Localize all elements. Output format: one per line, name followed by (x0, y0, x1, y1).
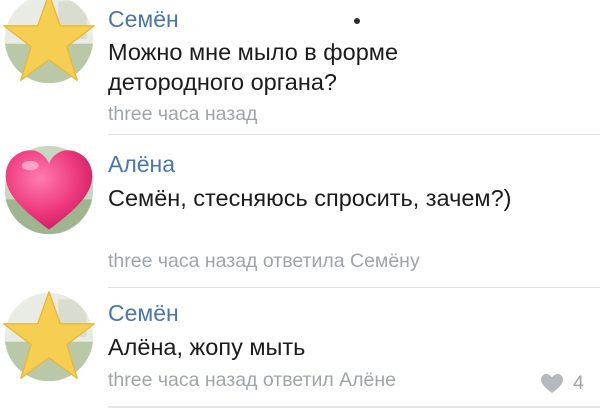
comments-feed: Семён Можно мне мыло в форме детородного… (0, 0, 600, 409)
avatar[interactable] (2, 290, 96, 384)
heart-outline-icon (541, 373, 563, 393)
comment-timestamp[interactable]: three часа назад ответил Алёне (108, 368, 396, 392)
comment-timestamp[interactable]: three часа назад ответила Семёну (108, 249, 420, 273)
comment-timestamp[interactable]: three часа назад (108, 102, 257, 126)
comment-item: Семён Алёна, жопу мыть three часа назад … (0, 288, 600, 409)
comment-text: Алёна, жопу мыть (108, 334, 306, 360)
comment-author[interactable]: Семён (108, 300, 179, 326)
star-icon (3, 291, 95, 382)
like-button[interactable]: 4 (540, 371, 584, 395)
star-icon (3, 0, 95, 84)
more-dot-icon (354, 18, 360, 24)
comment-text: Можно мне мыло в форме детородного орган… (108, 39, 399, 95)
heart-icon (4, 145, 94, 235)
comment-item: Алёна Семён, стесняюсь спросить, зачем?)… (0, 135, 600, 288)
like-count: 4 (573, 372, 584, 394)
comment-item: Семён Можно мне мыло в форме детородного… (0, 0, 600, 135)
avatar[interactable] (2, 143, 96, 237)
avatar[interactable] (2, 0, 96, 86)
comment-author[interactable]: Семён (108, 6, 179, 32)
comment-author[interactable]: Алёна (108, 151, 175, 177)
divider (108, 406, 600, 408)
comment-text: Семён, стесняюсь спросить, зачем?) (108, 185, 512, 211)
